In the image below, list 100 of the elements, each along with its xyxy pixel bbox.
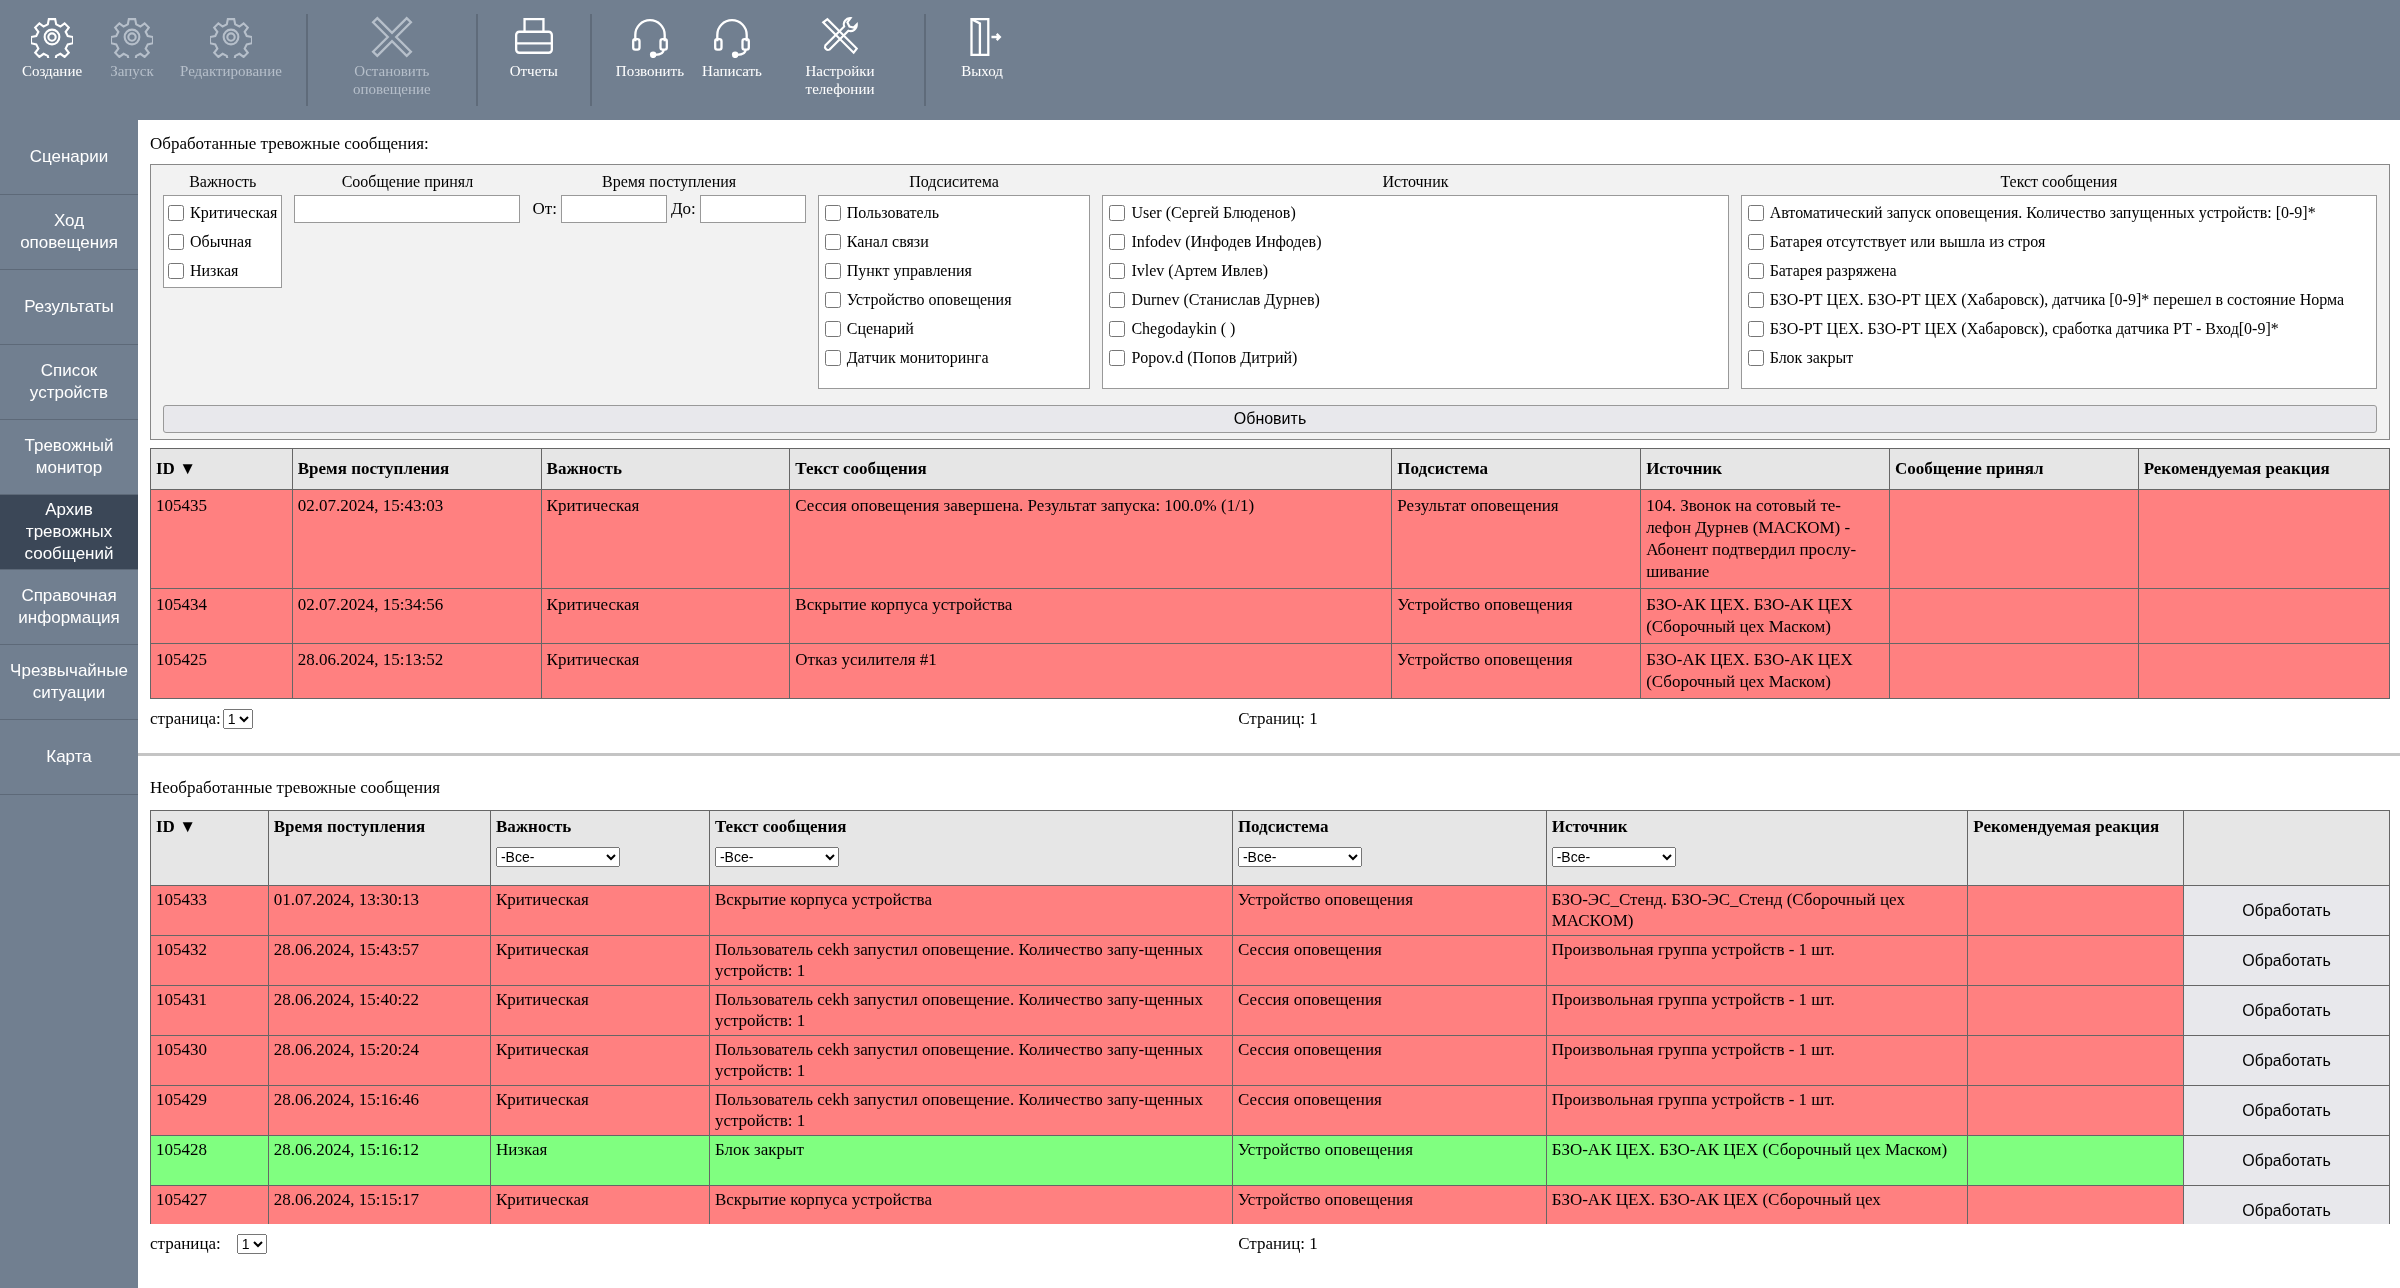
- field-label: До:: [670, 199, 696, 219]
- option-label: БЗО-РТ ЦЕХ. БЗО-РТ ЦЕХ (Хабаровск), сработка датчика РТ - Вход[0-9]*: [1769, 319, 2279, 338]
- table-cell: 105432: [150, 935, 269, 986]
- pager-label: страница:: [150, 1234, 221, 1254]
- input-field[interactable]: [294, 195, 521, 223]
- gear-icon: [111, 16, 153, 58]
- column-header: Сообщение принял: [1889, 448, 2139, 490]
- table-cell: Сессия оповещения: [1232, 935, 1547, 986]
- option-label: Infodev (Инфодев Инфодев): [1131, 232, 1322, 251]
- section-title: Обработанные тревожные сообщения:: [150, 133, 430, 155]
- checkbox[interactable]: [1109, 320, 1126, 337]
- filter-select[interactable]: -Все-: [714, 847, 839, 867]
- date-field[interactable]: [699, 195, 806, 223]
- table-cell: 104. Звонок на сотовый те-лефон Дурнев (МАСКОМ) - Абонент подтвердил прослу-шивание: [1640, 489, 1890, 589]
- table-cell: 105431: [150, 985, 269, 1036]
- table-cell: Вскрытие корпуса устройства: [709, 885, 1233, 936]
- gear-icon: [31, 16, 73, 58]
- table-cell: Вскрытие корпуса устройства: [789, 588, 1392, 644]
- toolbar-button[interactable]: Настройки телефонии: [772, 0, 909, 120]
- table-cell: БЗО-АК ЦЕХ. БЗО-АК ЦЕХ (Сборочный цех Маском): [1546, 1135, 1968, 1186]
- sidebar-item[interactable]: Архив тревожных сообщений: [0, 495, 138, 570]
- toolbar-button[interactable]: Написать: [692, 0, 773, 120]
- table-cell: Результат оповещения: [1391, 489, 1641, 589]
- checkbox[interactable]: [1109, 262, 1126, 279]
- filter-select[interactable]: -Все-: [1551, 847, 1676, 867]
- option-label: Батарея отсутствует или вышла из строя: [1769, 232, 2046, 251]
- toolbar-button[interactable]: Выход: [942, 0, 1023, 120]
- checkbox[interactable]: [824, 320, 841, 337]
- table-cell: 105435: [150, 489, 293, 589]
- table-cell: 105427: [150, 1185, 269, 1224]
- checkbox[interactable]: [168, 204, 184, 221]
- page-select[interactable]: 1: [222, 709, 253, 729]
- table-cell: Пользователь cekh запустил оповещение. Количество запу-щенных устройств: 1: [709, 935, 1233, 986]
- filter-label: Источник: [1382, 173, 1449, 191]
- table-cell: Сессия оповещения: [1232, 1085, 1547, 1136]
- column-title: ID ▼: [156, 817, 197, 837]
- table-cell: Критическая: [490, 1085, 710, 1136]
- table-cell: Критическая: [541, 588, 790, 644]
- column-title: Подсистема: [1237, 817, 1330, 837]
- checkbox[interactable]: [168, 262, 184, 279]
- checkbox[interactable]: [1747, 320, 1764, 337]
- checkbox[interactable]: [1747, 262, 1764, 279]
- option-label: Критическая: [190, 203, 278, 222]
- checkbox[interactable]: [824, 233, 841, 250]
- checkbox[interactable]: [824, 349, 841, 366]
- option-label: Обычная: [190, 232, 252, 251]
- column-title: Текст сообщения: [714, 817, 848, 837]
- column-header: Источник: [1640, 448, 1890, 490]
- date-field[interactable]: [560, 195, 667, 223]
- checkbox[interactable]: [1109, 233, 1126, 250]
- table-cell: Устройство оповещения: [1232, 1185, 1547, 1224]
- option-label: Ivlev (Артем Ивлев): [1131, 261, 1269, 280]
- option-label: Popov.d (Попов Дитрий): [1131, 348, 1298, 367]
- table-cell: БЗО-АК ЦЕХ. БЗО-АК ЦЕХ (Сборочный цех Маском): [1640, 588, 1890, 644]
- column-header: Время поступления: [292, 448, 542, 490]
- table-cell: Низкая: [490, 1135, 710, 1186]
- page-count: Страниц: 1: [1238, 1234, 1318, 1254]
- table-cell: Критическая: [490, 985, 710, 1036]
- checkbox[interactable]: [1109, 349, 1126, 366]
- filter-select[interactable]: -Все-: [1237, 847, 1362, 867]
- checkbox[interactable]: [1747, 233, 1764, 250]
- checkbox[interactable]: [168, 233, 184, 250]
- checkbox[interactable]: [824, 291, 841, 308]
- column-header: Важность: [541, 448, 790, 490]
- column-title: Время поступления: [273, 817, 427, 837]
- filter-select[interactable]: -Все-: [495, 847, 620, 867]
- table-cell: БЗО-АК ЦЕХ. БЗО-АК ЦЕХ (Сборочный цех Маском): [1640, 643, 1890, 699]
- table-cell: Сессия оповещения: [1232, 1035, 1547, 1086]
- table-cell: Критическая: [541, 489, 790, 589]
- checkbox[interactable]: [1109, 291, 1126, 308]
- filter-label: Время поступления: [601, 173, 737, 191]
- table-cell: Пользователь cekh запустил оповещение. Количество запу-щенных устройств: 1: [709, 1085, 1233, 1136]
- toolbar-button[interactable]: Отчеты: [493, 0, 574, 120]
- table-cell: 105433: [150, 885, 269, 936]
- refresh-button[interactable]: Обновить: [163, 405, 2377, 433]
- toolbar-button[interactable]: Создание: [12, 0, 92, 120]
- field-label: От:: [532, 199, 557, 219]
- column-title: Рекомендуемая реакция: [1973, 817, 2161, 837]
- toolbar-button[interactable]: Позвонить: [607, 0, 693, 120]
- column-title: Важность: [495, 817, 573, 837]
- gear-icon: [209, 16, 252, 58]
- table-cell: Пользователь cekh запустил оповещение. Количество запу-щенных устройств: 1: [709, 985, 1233, 1036]
- checkbox[interactable]: [1747, 204, 1764, 221]
- checkbox[interactable]: [1109, 204, 1126, 221]
- table-cell: 28.06.2024, 15:20:24: [268, 1035, 491, 1086]
- option-label: Канал связи: [846, 232, 929, 251]
- checkbox[interactable]: [1747, 291, 1764, 308]
- table-cell: Блок закрыт: [709, 1135, 1233, 1186]
- pager-label: страница:: [150, 709, 221, 729]
- checkbox[interactable]: [824, 204, 841, 221]
- filter-label: Важность: [189, 173, 257, 191]
- table-cell: 105428: [150, 1135, 269, 1186]
- table-cell: 28.06.2024, 15:15:17: [268, 1185, 491, 1224]
- table-cell: Произвольная группа устройств - 1 шт.: [1546, 985, 1968, 1036]
- option-label: Датчик мониторинга: [846, 348, 989, 367]
- table-cell: Критическая: [541, 643, 790, 699]
- checkbox[interactable]: [1747, 349, 1764, 366]
- table-cell: 105430: [150, 1035, 269, 1086]
- checkbox[interactable]: [824, 262, 841, 279]
- page-select[interactable]: 1: [236, 1234, 267, 1254]
